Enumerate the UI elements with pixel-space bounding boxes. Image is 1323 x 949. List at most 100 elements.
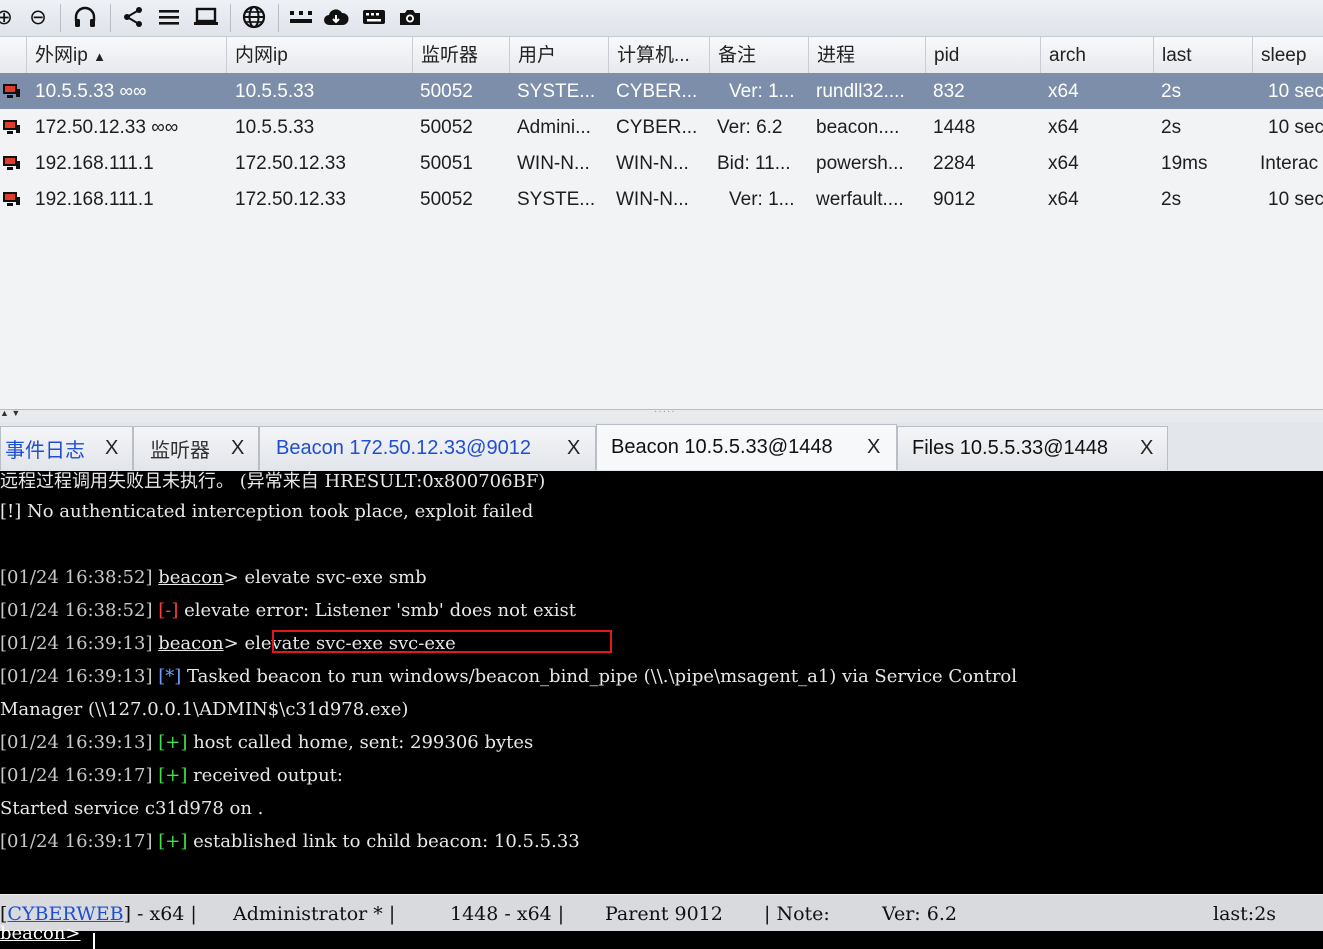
camera-icon[interactable]	[396, 4, 424, 30]
table-cell-note: Ver: 1...	[729, 189, 795, 210]
beacon-table: 外网ip ▲ 内网ip 监听器 用户 计算机... 备注 进程 pid arch…	[0, 37, 1323, 409]
table-cell-internal: 172.50.12.33	[235, 189, 346, 210]
status-note: | Note:	[764, 903, 830, 925]
console-prompt: beacon	[158, 567, 224, 588]
keyboard-icon[interactable]	[360, 4, 388, 30]
table-cell-external: 172.50.12.33 ∞∞	[35, 117, 179, 138]
tab-listeners[interactable]: 监听器 X	[133, 426, 259, 470]
header-external-ip[interactable]: 外网ip ▲	[27, 37, 227, 73]
console-line: Started service c31d978 on .	[0, 794, 263, 824]
table-cell-last: 2s	[1161, 189, 1182, 210]
table-cell-note: Bid: 11...	[717, 153, 791, 174]
console-timestamp: [01/24 16:39:17]	[0, 765, 153, 786]
tab-beacon-172-50-12-33[interactable]: Beacon 172.50.12.33@9012 X	[259, 426, 596, 470]
tab-files[interactable]: Files 10.5.5.33@1448 X	[897, 426, 1168, 470]
header-internal-ip[interactable]: 内网ip	[227, 37, 413, 73]
header-last[interactable]: last	[1154, 37, 1253, 73]
header-arch[interactable]: arch	[1041, 37, 1154, 73]
laptop-icon[interactable]	[192, 4, 220, 30]
list-icon[interactable]	[156, 4, 182, 30]
highlight-box	[272, 630, 612, 653]
table-cell-listener: 50051	[420, 153, 473, 174]
table-cell-process: werfault....	[816, 189, 904, 210]
table-cell-note: Ver: 6.2	[717, 117, 783, 138]
console-line: [01/24 16:39:17] [+] established link to…	[0, 827, 580, 857]
toolbar-separator	[278, 4, 279, 32]
console-timestamp: [01/24 16:39:13]	[0, 732, 153, 753]
table-cell-last: 2s	[1161, 117, 1182, 138]
table-cell-sleep: 10 sec	[1268, 189, 1323, 210]
command-input[interactable]: beacon>	[0, 923, 1323, 949]
console-line: [01/24 16:38:52] [-] elevate error: List…	[0, 596, 576, 626]
console-text: Manager (\\127.0.0.1\ADMIN$\c31d978.exe)	[0, 699, 409, 720]
header-note[interactable]: 备注	[710, 37, 809, 73]
table-row[interactable]: 10.5.5.33 ∞∞ 10.5.5.33 50052 SYSTE... CYBER.…	[0, 73, 1323, 109]
text-cursor	[93, 933, 95, 949]
console-text: received output:	[187, 765, 343, 786]
cloud-download-icon[interactable]	[322, 4, 350, 30]
table-cell-external: 10.5.5.33 ∞∞	[35, 81, 147, 102]
sort-ascending-icon: ▲	[93, 49, 106, 64]
header-icon-column[interactable]	[0, 37, 27, 73]
command-prompt: beacon>	[0, 923, 81, 944]
console-line: [!] No authenticated interception took p…	[0, 497, 533, 527]
drag-handle-icon[interactable]: ·····	[654, 406, 676, 417]
console-status-tag: [-]	[158, 600, 179, 621]
table-cell-computer: CYBER...	[616, 81, 698, 102]
console-status-tag: [*]	[158, 666, 182, 687]
status-version: Ver: 6.2	[882, 903, 957, 925]
tab-close-icon[interactable]: X	[105, 437, 118, 460]
tab-close-icon[interactable]: X	[231, 437, 244, 460]
table-cell-user: SYSTE...	[517, 81, 596, 102]
table-cell-pid: 832	[933, 81, 965, 102]
console-text: host called home, sent: 299306 bytes	[187, 732, 534, 753]
table-row[interactable]: 172.50.12.33 ∞∞ 10.5.5.33 50052 Admini... CY…	[0, 109, 1323, 145]
table-row[interactable]: 192.168.111.1 172.50.12.33 50052 SYSTE... WI…	[0, 181, 1323, 217]
console-timestamp: [01/24 16:39:17]	[0, 831, 153, 852]
target-icon[interactable]	[288, 4, 314, 30]
tab-bar: 事件日志 X 监听器 X Beacon 172.50.12.33@9012 X …	[0, 422, 1323, 471]
console-timestamp: [01/24 16:39:13]	[0, 666, 153, 687]
table-cell-computer: WIN-N...	[616, 189, 689, 210]
header-sleep[interactable]: sleep	[1253, 37, 1323, 73]
table-cell-listener: 50052	[420, 189, 473, 210]
table-cell-note: Ver: 1...	[729, 81, 795, 102]
tab-event-log[interactable]: 事件日志 X	[0, 426, 133, 470]
table-cell-user: WIN-N...	[517, 153, 590, 174]
console-line: [01/24 16:39:13] [*] Tasked beacon to ru…	[0, 662, 1017, 692]
table-cell-arch: x64	[1048, 153, 1079, 174]
plus-circle-icon[interactable]: ⊕	[0, 4, 14, 30]
share-icon[interactable]	[120, 4, 146, 30]
console-line: Manager (\\127.0.0.1\ADMIN$\c31d978.exe)	[0, 695, 408, 725]
split-pane-divider[interactable]: ▲ ▼ ·····	[0, 406, 1323, 423]
table-cell-process: powersh...	[816, 153, 904, 174]
beacon-console-output[interactable]: 远程过程调用失败且未执行。 (异常来自 HRESULT:0x800706BF) […	[0, 471, 1323, 894]
header-process[interactable]: 进程	[809, 37, 926, 73]
header-listener[interactable]: 监听器	[413, 37, 510, 73]
beacon-monitor-icon	[3, 84, 20, 98]
header-computer[interactable]: 计算机...	[609, 37, 710, 73]
console-text: 远程过程调用失败且未执行。 (异常来自 HRESULT:0x800706BF)	[0, 471, 546, 492]
table-cell-external: 192.168.111.1	[35, 153, 154, 174]
minus-circle-icon[interactable]: ⊖	[26, 4, 50, 30]
console-text: Tasked beacon to run windows/beacon_bind…	[181, 666, 1018, 687]
tab-close-icon[interactable]: X	[567, 437, 580, 460]
table-cell-internal: 10.5.5.33	[235, 117, 315, 138]
collapse-arrows-icon[interactable]: ▲ ▼	[0, 408, 20, 418]
table-cell-computer: WIN-N...	[616, 153, 689, 174]
table-cell-last: 2s	[1161, 81, 1182, 102]
console-line: [01/24 16:39:13] [+] host called home, s…	[0, 728, 533, 758]
tab-beacon-10-5-5-33[interactable]: Beacon 10.5.5.33@1448 X	[596, 424, 897, 470]
header-pid[interactable]: pid	[926, 37, 1041, 73]
table-cell-process: beacon....	[816, 117, 900, 138]
status-pid: 1448 - x64 |	[450, 903, 565, 925]
tab-close-icon[interactable]: X	[1140, 437, 1153, 460]
globe-icon[interactable]	[240, 4, 268, 30]
tab-close-icon[interactable]: X	[867, 436, 880, 459]
table-row[interactable]: 192.168.111.1 172.50.12.33 50051 WIN-N... WI…	[0, 145, 1323, 181]
header-user[interactable]: 用户	[510, 37, 609, 73]
headphones-icon[interactable]	[72, 4, 98, 30]
console-line: [01/24 16:39:17] [+] received output:	[0, 761, 343, 791]
console-text: established link to child beacon: 10.5.5…	[187, 831, 580, 852]
table-cell-last: 19ms	[1161, 153, 1208, 174]
